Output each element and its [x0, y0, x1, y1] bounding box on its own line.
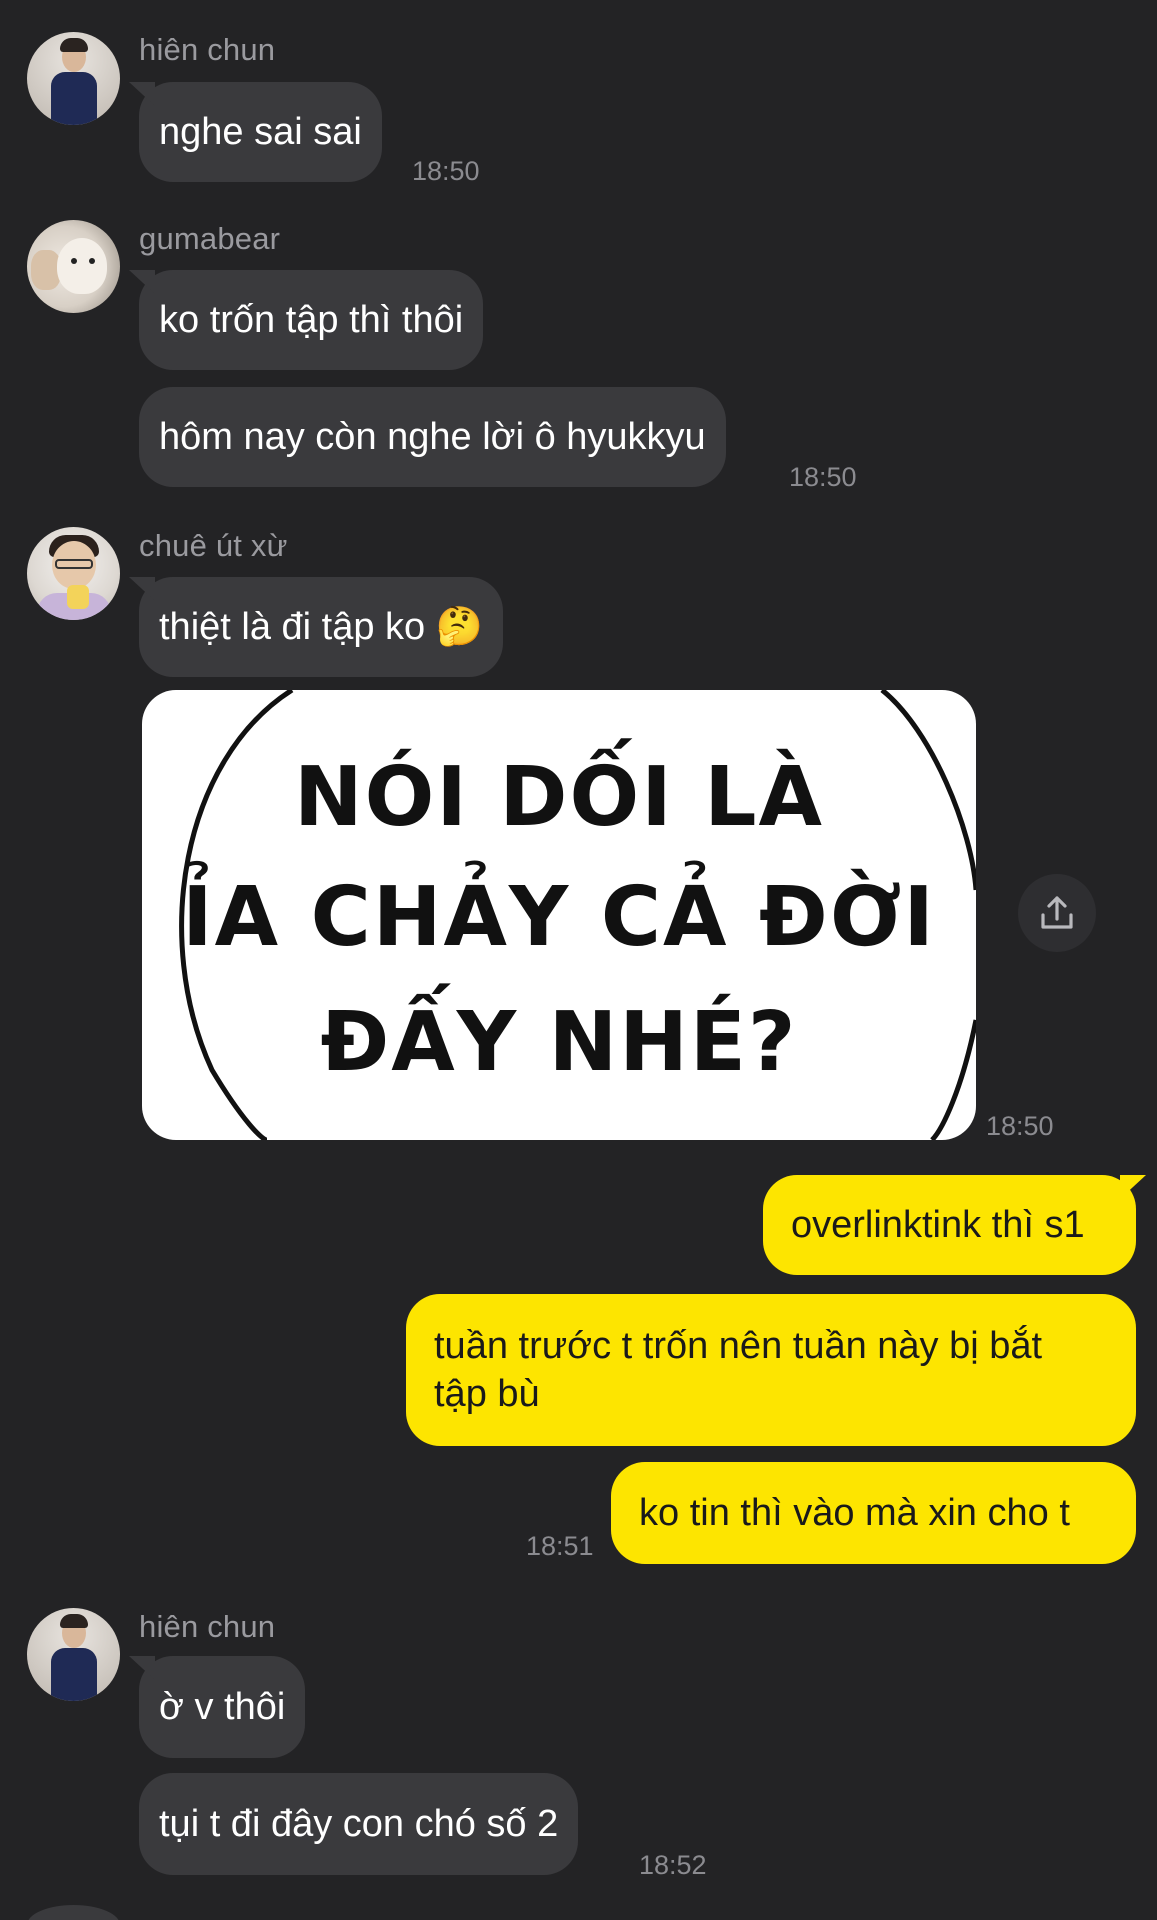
- sender-name: chuê út xừ: [139, 528, 288, 563]
- meme-line: ỈA CHẢY CẢ ĐỜI: [182, 870, 936, 965]
- message-bubble-outgoing[interactable]: ko tin thì vào mà xin cho t: [611, 1462, 1136, 1564]
- message-bubble-incoming[interactable]: nghe sai sai: [139, 82, 382, 182]
- message-time: 18:52: [639, 1850, 707, 1880]
- share-button[interactable]: [1018, 874, 1096, 952]
- message-time: 18:50: [789, 462, 857, 492]
- avatar-hien-chun[interactable]: [27, 32, 120, 125]
- message-bubble-outgoing[interactable]: overlinktink thì s1: [763, 1175, 1136, 1275]
- message-bubble-incoming[interactable]: tụi t đi đây con chó số 2: [139, 1773, 579, 1875]
- message-bubble-outgoing[interactable]: tuần trước t trốn nên tuần này bị bắt tậ…: [406, 1294, 1136, 1446]
- message-bubble-incoming[interactable]: hôm nay còn nghe lời ô hyukkyu: [139, 387, 726, 487]
- meme-line: ĐẤY NHÉ?: [320, 995, 798, 1090]
- avatar-gumabear[interactable]: [27, 220, 120, 313]
- message-bubble-incoming[interactable]: ko trốn tập thì thôi: [139, 270, 484, 370]
- sender-name: hiên chun: [139, 32, 276, 67]
- avatar-partial: [27, 1905, 120, 1920]
- share-upload-icon: [1041, 896, 1073, 929]
- avatar-chue-ut-xu[interactable]: [27, 527, 120, 620]
- image-message-meme[interactable]: NÓI DỐI LÀ ỈA CHẢY CẢ ĐỜI ĐẤY NHÉ?: [142, 690, 976, 1140]
- message-bubble-incoming[interactable]: ờ v thôi: [139, 1656, 306, 1758]
- meme-line: NÓI DỐI LÀ: [294, 750, 824, 845]
- sender-name: gumabear: [139, 221, 281, 256]
- chat-room: hiên chun nghe sai sai 18:50 gumabear ko…: [0, 0, 1157, 1920]
- message-time: 18:50: [412, 156, 480, 186]
- message-time: 18:50: [986, 1111, 1054, 1141]
- message-bubble-incoming[interactable]: thiệt là đi tập ko 🤔: [139, 577, 504, 677]
- sender-name: hiên chun: [139, 1609, 276, 1644]
- message-time: 18:51: [526, 1531, 594, 1561]
- avatar-hien-chun[interactable]: [27, 1608, 120, 1701]
